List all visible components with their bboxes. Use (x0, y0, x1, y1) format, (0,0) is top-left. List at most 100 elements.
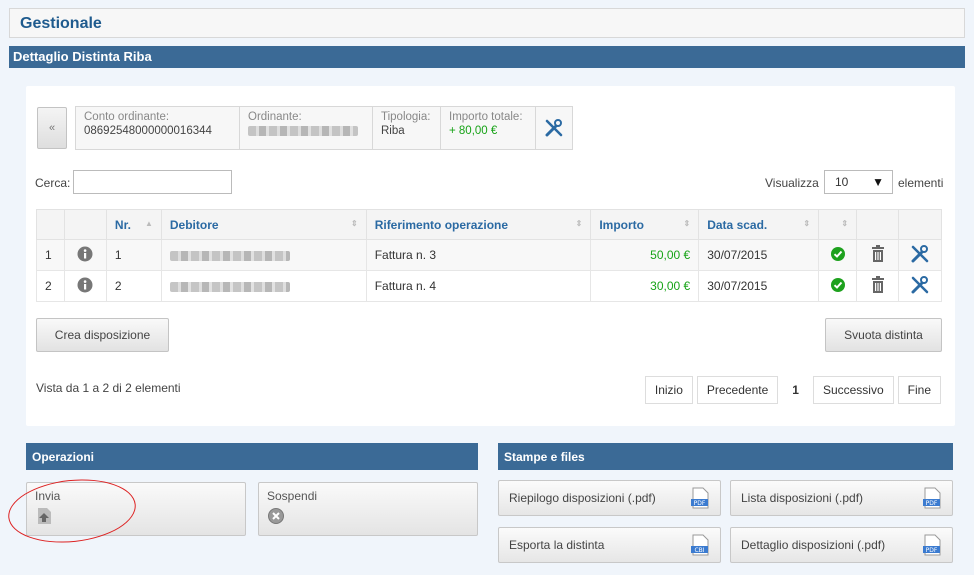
app-title: Gestionale (20, 15, 102, 32)
info-icon (77, 277, 93, 292)
sort-icon: ⇕ (575, 219, 583, 228)
back-button[interactable]: « (37, 107, 67, 149)
col-status[interactable]: ⇕ (818, 209, 858, 240)
check-circle-icon (830, 246, 845, 261)
sort-icon: ⇕ (683, 219, 691, 228)
tipologia-value: Riba (381, 125, 405, 137)
info-button[interactable] (63, 270, 107, 302)
pdf-file-icon: PDF (691, 487, 709, 509)
col-debitore[interactable]: Debitore ⇕ (160, 209, 367, 240)
table-row: 1 1 Fattura n. 3 50,00 € 30/07/2015 (36, 239, 943, 271)
tools-icon (911, 244, 929, 262)
page-size-select[interactable]: 10 ▼ (824, 170, 893, 194)
crea-disposizione-button[interactable]: Crea disposizione (36, 318, 169, 352)
info-icon (77, 246, 93, 261)
disposizioni-table: Nr. ▲ Debitore ⇕ Riferimento operazione ⇕ I… (36, 209, 943, 302)
pager-last[interactable]: Fine (897, 376, 941, 404)
search-label: Cerca: (35, 176, 71, 190)
sort-icon: ⇕ (841, 219, 849, 228)
visualizza-label: Visualizza (765, 176, 819, 190)
status-ok (818, 239, 858, 271)
col-importo-label: Importo (599, 217, 645, 232)
operazioni-header: Operazioni (26, 443, 478, 470)
conto-value: 08692548000000016344 (84, 125, 212, 137)
ordinante-value-redacted (248, 125, 364, 137)
svuota-distinta-button[interactable]: Svuota distinta (825, 318, 942, 352)
cbi-badge-text: CBI (694, 547, 704, 554)
importo-value: + 80,00 € (449, 125, 498, 137)
col-delete (856, 209, 899, 240)
pager-next[interactable]: Successivo (812, 376, 894, 404)
col-data-label: Data scad. (707, 217, 768, 232)
check-circle-icon (830, 277, 845, 292)
importo-label: Importo totale: (449, 111, 523, 123)
importo-cell: Importo totale: + 80,00 € (441, 107, 536, 149)
tipologia-label: Tipologia: (381, 111, 431, 123)
col-nr[interactable]: Nr. ▲ (105, 209, 162, 240)
pdf-badge-text: PDF (694, 500, 706, 507)
info-button[interactable] (63, 239, 107, 271)
col-debitore-label: Debitore (169, 217, 219, 232)
sort-icon: ⇕ (803, 219, 811, 228)
cbi-file-icon: CBI (691, 534, 709, 556)
trash-icon (871, 276, 884, 293)
col-data[interactable]: Data scad. ⇕ (698, 209, 820, 240)
dettaglio-pdf-button[interactable]: Dettaglio disposizioni (.pdf) PDF (730, 527, 953, 563)
table-row: 2 2 Fattura n. 4 30,00 € 30/07/2015 (36, 270, 943, 302)
dettaglio-label: Dettaglio disposizioni (.pdf) (741, 538, 886, 552)
lista-pdf-button[interactable]: Lista disposizioni (.pdf) PDF (730, 480, 953, 516)
row-importo: 50,00 € (590, 239, 700, 271)
row-debitore-redacted (160, 270, 367, 302)
conto-label: Conto ordinante: (84, 111, 170, 123)
col-riferimento-label: Riferimento operazione (374, 217, 509, 232)
summary-box: Conto ordinante: 08692548000000016344 Or… (75, 106, 573, 150)
cancel-circle-icon (267, 507, 469, 528)
edit-button[interactable] (897, 270, 943, 302)
row-riferimento: Fattura n. 4 (365, 270, 592, 302)
ordinante-cell: Ordinante: (240, 107, 373, 149)
section-title: Dettaglio Distinta Riba (9, 46, 965, 68)
pdf-file-icon: PDF (923, 534, 941, 556)
sort-icon: ⇕ (350, 219, 358, 228)
page-size-value: 10 (835, 175, 849, 189)
col-index (36, 209, 65, 240)
riepilogo-label: Riepilogo disposizioni (.pdf) (509, 491, 656, 505)
riepilogo-pdf-button[interactable]: Riepilogo disposizioni (.pdf) PDF (498, 480, 721, 516)
sospendi-label: Sospendi (267, 489, 318, 503)
pdf-badge-text: PDF (926, 500, 938, 507)
row-importo: 30,00 € (590, 270, 700, 302)
table-header-row: Nr. ▲ Debitore ⇕ Riferimento operazione ⇕ I… (36, 209, 943, 240)
tools-icon (911, 275, 929, 293)
esporta-distinta-button[interactable]: Esporta la distinta CBI (498, 527, 721, 563)
col-importo[interactable]: Importo ⇕ (590, 209, 700, 240)
pdf-badge-text: PDF (926, 547, 938, 554)
pdf-file-icon: PDF (923, 487, 941, 509)
elementi-label: elementi (898, 176, 944, 190)
pagination: Inizio Precedente 1 Successivo Fine (641, 376, 941, 404)
row-debitore-redacted (160, 239, 367, 271)
row-nr: 1 (105, 239, 162, 271)
distinta-card: « Conto ordinante: 08692548000000016344 … (26, 86, 955, 426)
edit-button[interactable] (897, 239, 943, 271)
app-header: Gestionale (9, 8, 965, 38)
chevron-down-icon: ▼ (872, 175, 884, 189)
col-info (63, 209, 107, 240)
col-nr-label: Nr. (114, 217, 131, 232)
pager-first[interactable]: Inizio (644, 376, 693, 404)
row-data: 30/07/2015 (698, 239, 820, 271)
sospendi-button[interactable]: Sospendi (258, 482, 478, 536)
search-input[interactable] (73, 170, 232, 194)
row-index: 1 (36, 239, 65, 271)
row-index: 2 (36, 270, 65, 302)
stampe-header: Stampe e files (498, 443, 953, 470)
col-riferimento[interactable]: Riferimento operazione ⇕ (365, 209, 592, 240)
ordinante-label: Ordinante: (248, 111, 302, 123)
pager-prev[interactable]: Precedente (696, 376, 779, 404)
edit-tools-button[interactable] (536, 107, 572, 149)
pager-current[interactable]: 1 (782, 376, 809, 404)
delete-button[interactable] (856, 270, 899, 302)
delete-button[interactable] (856, 239, 899, 271)
row-nr: 2 (105, 270, 162, 302)
trash-icon (871, 245, 884, 262)
conto-cell: Conto ordinante: 08692548000000016344 (76, 107, 240, 149)
